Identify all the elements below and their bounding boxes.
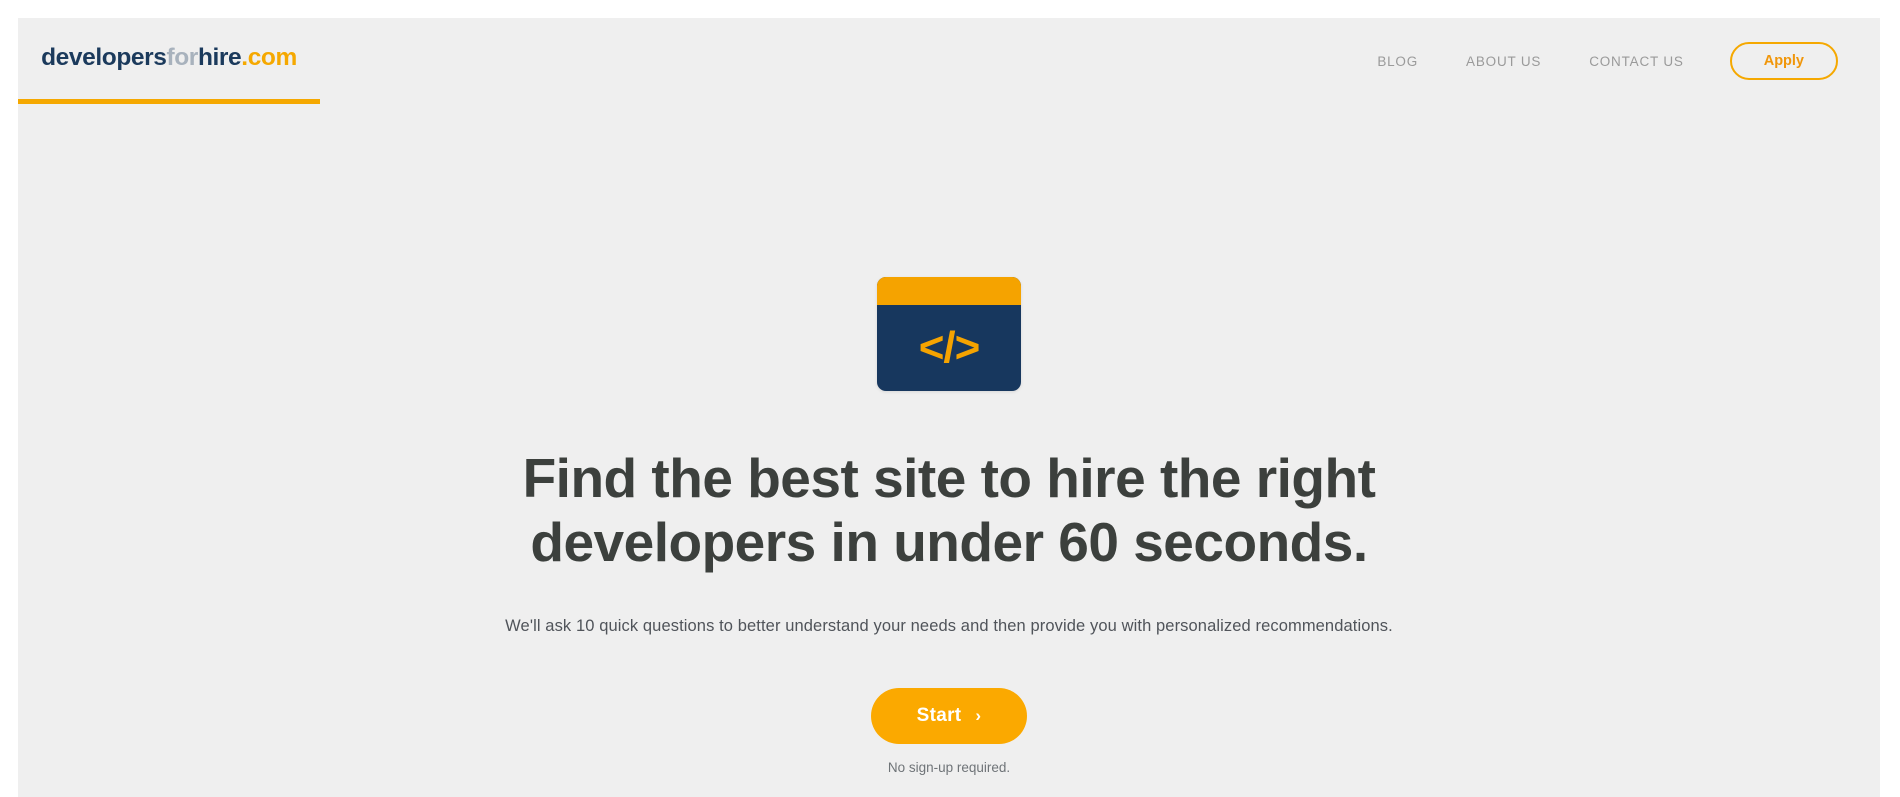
page-root: developersforhire.com BLOG ABOUT US CONT… bbox=[18, 18, 1880, 797]
code-brackets-icon: </> bbox=[877, 277, 1021, 391]
site-header: developersforhire.com BLOG ABOUT US CONT… bbox=[18, 18, 1880, 121]
no-signup-note: No sign-up required. bbox=[887, 759, 1011, 775]
start-button[interactable]: Start › bbox=[870, 687, 1028, 744]
headline-line-1: Find the best site to hire the right bbox=[522, 447, 1376, 509]
logo-block[interactable]: developersforhire.com bbox=[18, 18, 320, 104]
logo-text-for: for bbox=[166, 44, 198, 72]
nav-item-blog[interactable]: BLOG bbox=[1353, 54, 1442, 69]
site-logo: developersforhire.com bbox=[41, 46, 297, 71]
page-title: Find the best site to hire the right dev… bbox=[449, 447, 1449, 575]
icon-title-bar bbox=[877, 277, 1021, 305]
headline-line-2: developers in under 60 seconds. bbox=[530, 510, 1368, 573]
hero-subtitle: We'll ask 10 quick questions to better u… bbox=[505, 616, 1393, 635]
nav-item-contact-us[interactable]: CONTACT US bbox=[1565, 54, 1708, 69]
main-navigation: BLOG ABOUT US CONTACT US Apply bbox=[1353, 18, 1838, 104]
nav-item-about-us[interactable]: ABOUT US bbox=[1442, 54, 1565, 69]
logo-text-dotcom: .com bbox=[241, 44, 297, 72]
hero-section: </> Find the best site to hire the right… bbox=[18, 121, 1880, 797]
start-button-label: Start bbox=[916, 704, 962, 726]
logo-text-developers: developers bbox=[41, 44, 167, 72]
icon-code-glyph: </> bbox=[918, 323, 981, 372]
apply-button[interactable]: Apply bbox=[1729, 42, 1838, 80]
chevron-right-icon: › bbox=[975, 706, 982, 726]
logo-text-hire: hire bbox=[197, 44, 242, 72]
